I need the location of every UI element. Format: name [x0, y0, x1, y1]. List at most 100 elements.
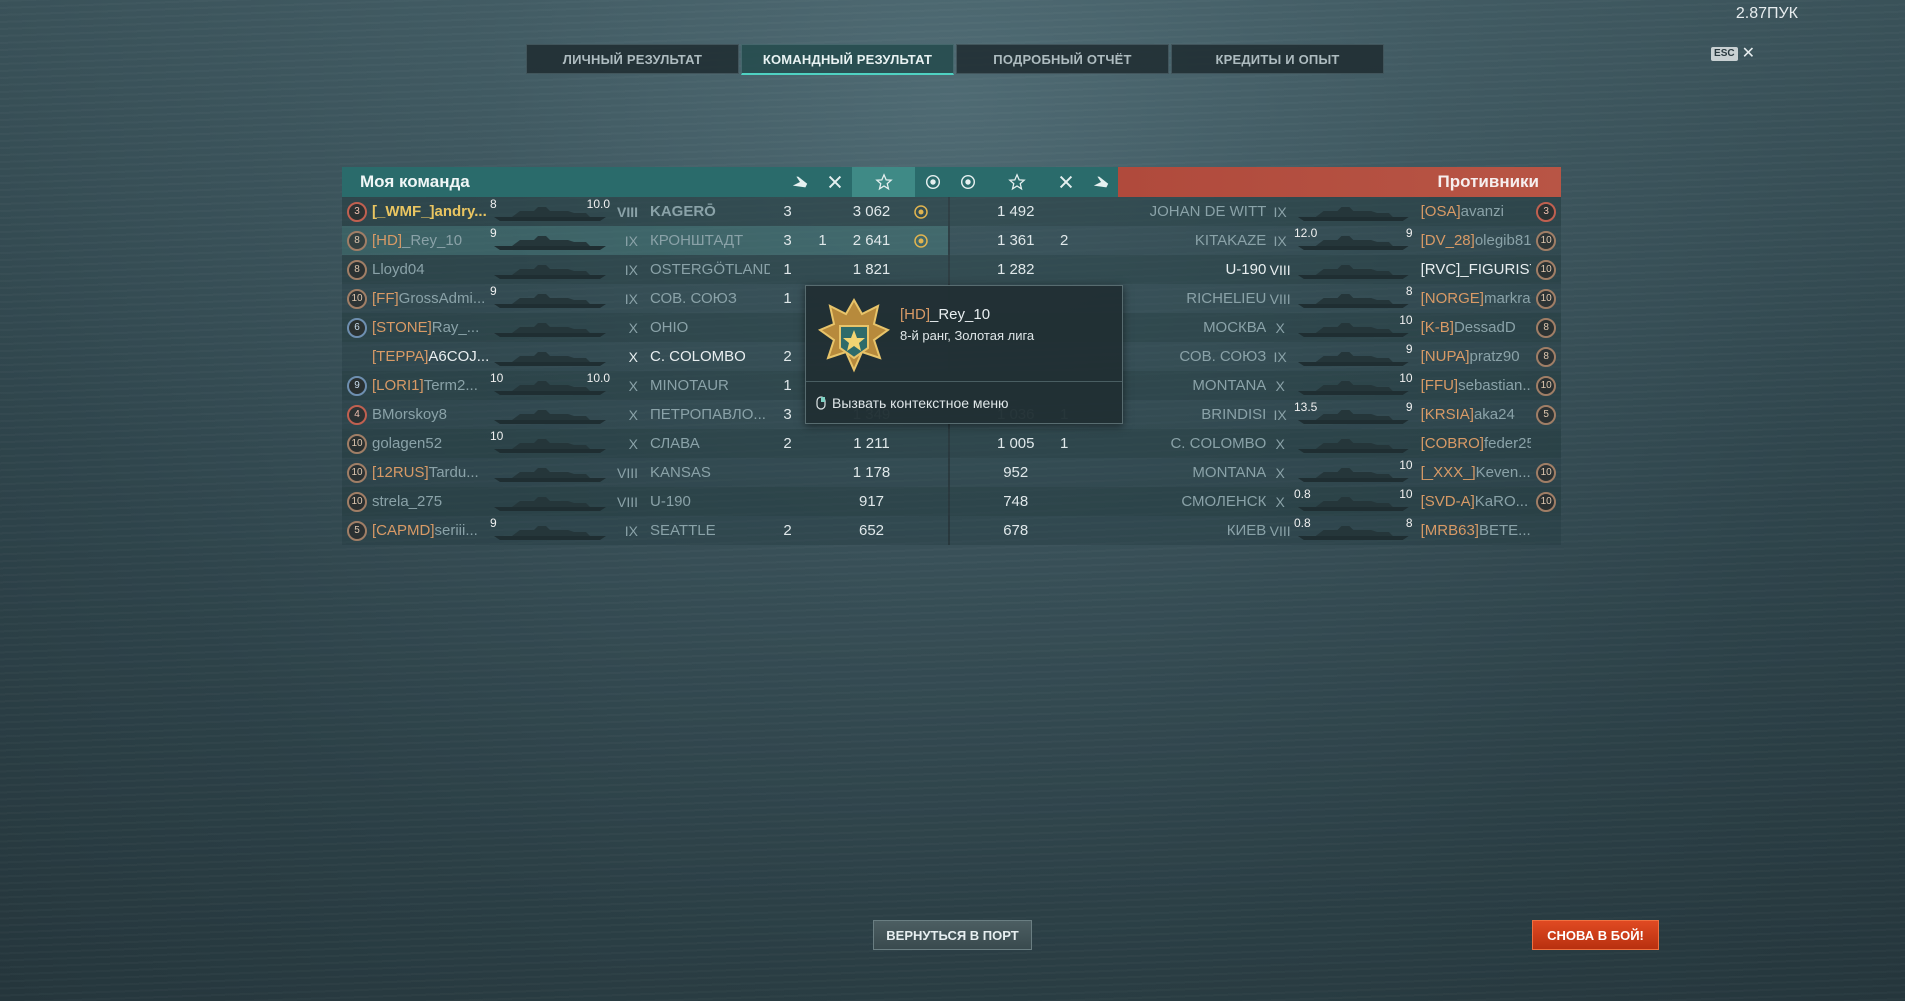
enemy-team-row[interactable]: 678 КИЕВ VIII 0.8 8 [MRB63]BETE...: [950, 516, 1561, 545]
clan-tag: [HD]: [372, 232, 402, 249]
player-nickname: _Rey_10: [402, 232, 463, 249]
achievement-icon[interactable]: [915, 167, 950, 197]
planes-value: 1: [783, 377, 792, 394]
achievement-slot: [903, 233, 938, 249]
ship-name: КИЕВ: [1226, 522, 1267, 539]
player-name[interactable]: golagen52: [372, 435, 490, 452]
player-name[interactable]: [LORI1]Term2...: [372, 377, 490, 394]
my-team-row[interactable]: 5 [CAPMD]seriii... 9 IX SEATTLE 2 652: [342, 516, 948, 545]
tab-credits-xp[interactable]: КРЕДИТЫ И ОПЫТ: [1171, 44, 1384, 74]
enemy-team-title: Противники: [1437, 172, 1539, 191]
base-xp-value: 917: [858, 493, 885, 510]
ship-silhouette: 0.8 8: [1294, 516, 1413, 542]
ship-name: C. COLOMBO: [1170, 435, 1267, 452]
clan-tag: [CAPMD]: [372, 522, 435, 539]
player-name[interactable]: [FFU]sebastian...: [1413, 377, 1532, 394]
close-icon: ✕: [1741, 45, 1755, 62]
kills-icon[interactable]: [1048, 167, 1083, 197]
ship-tier: X: [1275, 377, 1285, 394]
player-name[interactable]: [12RUS]Tardu...: [372, 464, 490, 481]
ship-name: RICHELIEU: [1186, 290, 1267, 307]
player-name[interactable]: [CAPMD]seriii...: [372, 522, 490, 539]
ship-silhouette: 9: [490, 226, 610, 252]
player-name[interactable]: [_XXX_]Keven...: [1413, 464, 1532, 481]
ship-silhouette: 9: [490, 284, 610, 310]
base-xp-value: 652: [858, 522, 885, 539]
enemy-team-row[interactable]: 748 СМОЛЕНСК X 0.8 10 [SVD-A]KaRO... 10: [950, 487, 1561, 516]
ship-level-left: 10: [490, 370, 504, 385]
clan-tag: [_WMF_]: [372, 203, 435, 220]
my-team-row[interactable]: 8 [HD]_Rey_10 9 IX КРОНШТАДТ 3 1 2 641: [342, 226, 948, 255]
player-name[interactable]: [STONE]Ray_...: [372, 319, 490, 336]
rank-icon: 3: [1536, 201, 1557, 222]
my-team-row[interactable]: 10 [12RUS]Tardu... VIII KANSAS 1 178: [342, 458, 948, 487]
enemy-team-row[interactable]: 1 282 U-190 VIII [RVC]_FIGURIST 10: [950, 255, 1561, 284]
battle-again-button[interactable]: СНОВА В БОЙ!: [1532, 920, 1659, 950]
rank-icon: 10: [347, 462, 367, 483]
tooltip-player-name: [HD]_Rey_10: [900, 306, 990, 323]
plane-icon[interactable]: [782, 167, 817, 197]
player-name[interactable]: [NUPA]pratz90: [1413, 348, 1532, 365]
player-name[interactable]: [HD]_Rey_10: [372, 232, 490, 249]
player-name[interactable]: [_WMF_]andry...: [372, 203, 490, 220]
ship-level-right: 8: [1405, 283, 1413, 298]
achievement-icon[interactable]: [950, 167, 985, 197]
player-name[interactable]: [DV_28]olegib81: [1413, 232, 1532, 249]
ship-level-right: 10: [1399, 486, 1413, 501]
player-name[interactable]: [COBRO]feder25: [1413, 435, 1532, 452]
player-name[interactable]: strela_275: [372, 493, 490, 510]
player-name[interactable]: BMorskoy8: [372, 406, 490, 423]
player-tooltip: [HD]_Rey_10 8-й ранг, Золотая лига Вызва…: [805, 285, 1123, 424]
star-icon[interactable]: [852, 167, 915, 197]
my-team-row[interactable]: 8 Lloyd04 IX OSTERGÖTLAND 1 1 821: [342, 255, 948, 284]
player-nickname: BETE...: [1478, 522, 1531, 539]
my-team-row[interactable]: 10 strela_275 VIII U-190 917: [342, 487, 948, 516]
enemy-team-row[interactable]: 1 361 2 KITAKAZE IX 12.0 9 [DV_28]olegib81 10: [950, 226, 1561, 255]
ship-silhouette: 12.0 9: [1294, 226, 1413, 252]
achievement-icon: [913, 233, 928, 248]
ship-level-left: 8: [490, 196, 497, 211]
player-name[interactable]: [NORGE]markray: [1413, 290, 1532, 307]
enemy-team-row[interactable]: 1 492 JOHAN DE WITT IX [OSA]avanzi 3: [950, 197, 1561, 226]
close-button[interactable]: ESC ✕: [1711, 45, 1755, 62]
enemy-team-row[interactable]: 1 005 1 C. COLOMBO X [COBRO]feder25: [950, 429, 1561, 458]
player-name[interactable]: [K-B]DessadD: [1413, 319, 1532, 336]
player-name[interactable]: [FF]GrossAdmi...: [372, 290, 490, 307]
ship-level-left: 0.8: [1293, 515, 1311, 530]
ship-name: СЛАВА: [650, 435, 700, 452]
context-menu-hint[interactable]: Вызвать контекстное меню: [816, 395, 1009, 411]
tab-personal-result[interactable]: ЛИЧНЫЙ РЕЗУЛЬТАТ: [526, 44, 739, 74]
kills-value: 2: [1060, 232, 1069, 249]
my-team-row[interactable]: 10 golagen52 10 X СЛАВА 2 1 211: [342, 429, 948, 458]
base-xp-value: 3 062: [852, 203, 891, 220]
kills-icon[interactable]: [817, 167, 852, 197]
enemy-team-row[interactable]: 952 MONTANA X 10 [_XXX_]Keven... 10: [950, 458, 1561, 487]
player-name[interactable]: [TEPPA]A6COJ...: [372, 348, 490, 365]
plane-icon[interactable]: [1083, 167, 1118, 197]
player-name[interactable]: [MRB63]BETE...: [1413, 522, 1532, 539]
tab-detailed-report[interactable]: ПОДРОБНЫЙ ОТЧЁТ: [956, 44, 1169, 74]
return-to-port-button[interactable]: ВЕРНУТЬСЯ В ПОРТ: [873, 920, 1032, 950]
ship-tier: X: [628, 406, 638, 423]
player-name[interactable]: [SVD-A]KaRO...: [1413, 493, 1532, 510]
rank-badge: 3: [1531, 201, 1561, 222]
league-emblem-icon: [817, 297, 891, 373]
my-team-row[interactable]: 3 [_WMF_]andry... 8 10.0 VIII KAGERŌ 3 3 062: [342, 197, 948, 226]
player-name[interactable]: Lloyd04: [372, 261, 490, 278]
ship-level-right: 9: [1405, 225, 1413, 240]
my-team-title: Моя команда: [360, 172, 470, 191]
rank-icon: 8: [1536, 317, 1557, 338]
ship-silhouette: [1294, 201, 1413, 223]
player-name[interactable]: [OSA]avanzi: [1413, 203, 1532, 220]
star-icon[interactable]: [985, 167, 1048, 197]
ship-name: МОСКВА: [1203, 319, 1267, 336]
ship-tier: IX: [1273, 232, 1287, 249]
ship-silhouette: 10 10.0: [490, 371, 610, 397]
player-nickname: KaRO...: [1474, 493, 1529, 510]
tab-team-result[interactable]: КОМАНДНЫЙ РЕЗУЛЬТАТ: [741, 44, 954, 75]
kills-value: 1: [1060, 435, 1069, 452]
clan-tag: [OSA]: [1420, 203, 1461, 220]
ship-silhouette: [490, 404, 610, 426]
player-name[interactable]: [KRSIA]aka24: [1413, 406, 1532, 423]
player-name[interactable]: [RVC]_FIGURIST: [1413, 261, 1532, 278]
